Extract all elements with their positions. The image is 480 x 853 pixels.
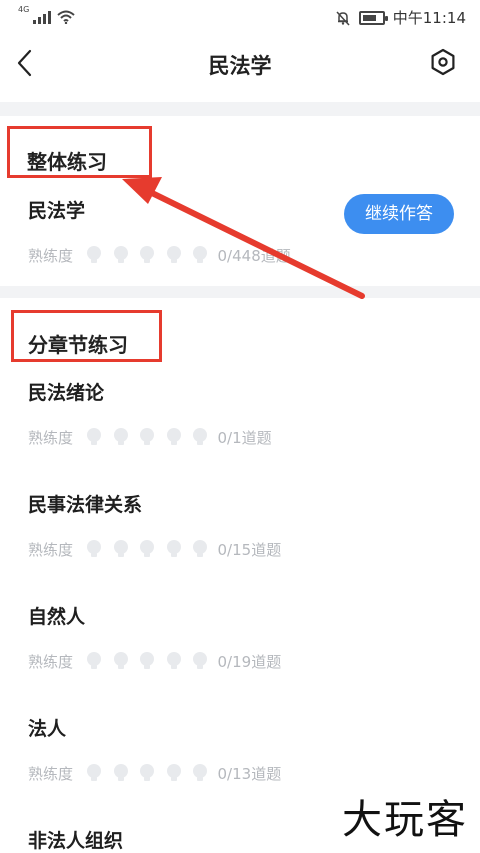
wifi-icon: [57, 10, 75, 24]
continue-answering-button[interactable]: 继续作答: [344, 194, 454, 234]
chapter-progress-row: 熟练度 0/19道题: [28, 650, 281, 672]
bulb-icon: [140, 540, 155, 557]
chapter-progress-row: 熟练度 0/15道题: [28, 538, 281, 560]
proficiency-label: 熟练度: [28, 428, 74, 447]
question-count: 0/13道题: [217, 764, 282, 783]
bulb-icon: [87, 246, 102, 263]
bulb-icon: [113, 428, 128, 445]
question-count: 0/19道题: [217, 652, 282, 671]
chapter-item-title[interactable]: 民法绪论: [28, 378, 104, 405]
bulb-icon: [193, 764, 208, 781]
status-right: 中午11:14: [335, 7, 466, 28]
clock: 中午11:14: [392, 9, 466, 27]
annotation-box-overall: [7, 126, 152, 178]
bulb-icon: [193, 246, 208, 263]
battery-icon: [358, 10, 388, 25]
bulb-icon: [166, 764, 181, 781]
page-title: 民法学: [208, 54, 272, 78]
overall-progress-row: 熟练度 0/448道题: [28, 244, 291, 266]
bulb-icon: [87, 540, 102, 557]
bulb-icon: [193, 428, 208, 445]
header: 民法学: [0, 34, 480, 96]
proficiency-label: 熟练度: [28, 652, 74, 671]
settings-icon[interactable]: [428, 47, 458, 77]
bulb-icon: [87, 764, 102, 781]
overall-item-title[interactable]: 民法学: [28, 196, 85, 223]
bulb-icon: [113, 652, 128, 669]
question-count: 0/1道题: [217, 428, 272, 447]
bulb-icon: [140, 652, 155, 669]
bulb-icon: [140, 428, 155, 445]
proficiency-label: 熟练度: [28, 764, 74, 783]
bell-off-icon: [336, 10, 350, 26]
chapter-item-title[interactable]: 自然人: [28, 602, 85, 629]
bulb-icon: [166, 246, 181, 263]
bulb-icon: [113, 540, 128, 557]
bulb-icon: [166, 428, 181, 445]
divider: [0, 102, 480, 116]
question-count: 0/15道题: [217, 540, 282, 559]
status-bar: 4G 中午11:14: [0, 0, 480, 34]
proficiency-label: 熟练度: [28, 246, 74, 265]
chapter-progress-row: 熟练度 0/13道题: [28, 762, 281, 784]
proficiency-bulbs: [85, 651, 218, 671]
signal-icon: [33, 10, 52, 24]
chapter-item-title[interactable]: 法人: [28, 714, 66, 741]
bulb-icon: [193, 652, 208, 669]
bulb-icon: [113, 246, 128, 263]
bulb-icon: [166, 652, 181, 669]
proficiency-bulbs: [85, 427, 218, 447]
chapter-progress-row: 熟练度 0/1道题: [28, 426, 272, 448]
divider: [0, 286, 480, 298]
bulb-icon: [193, 540, 208, 557]
proficiency-label: 熟练度: [28, 540, 74, 559]
bulb-icon: [87, 652, 102, 669]
bulb-icon: [166, 540, 181, 557]
proficiency-bulbs: [85, 245, 218, 265]
annotation-box-chapters: [11, 310, 162, 362]
bulb-icon: [140, 246, 155, 263]
bulb-icon: [87, 428, 102, 445]
chapter-item-title[interactable]: 非法人组织: [28, 826, 123, 853]
proficiency-bulbs: [85, 539, 218, 559]
bulb-icon: [140, 764, 155, 781]
network-type: 4G: [18, 5, 30, 14]
bulb-icon: [113, 764, 128, 781]
question-count: 0/448道题: [217, 246, 291, 265]
proficiency-bulbs: [85, 763, 218, 783]
watermark-logo: 大玩客: [342, 797, 468, 843]
status-left: 4G: [18, 6, 75, 24]
chapter-item-title[interactable]: 民事法律关系: [28, 490, 142, 517]
